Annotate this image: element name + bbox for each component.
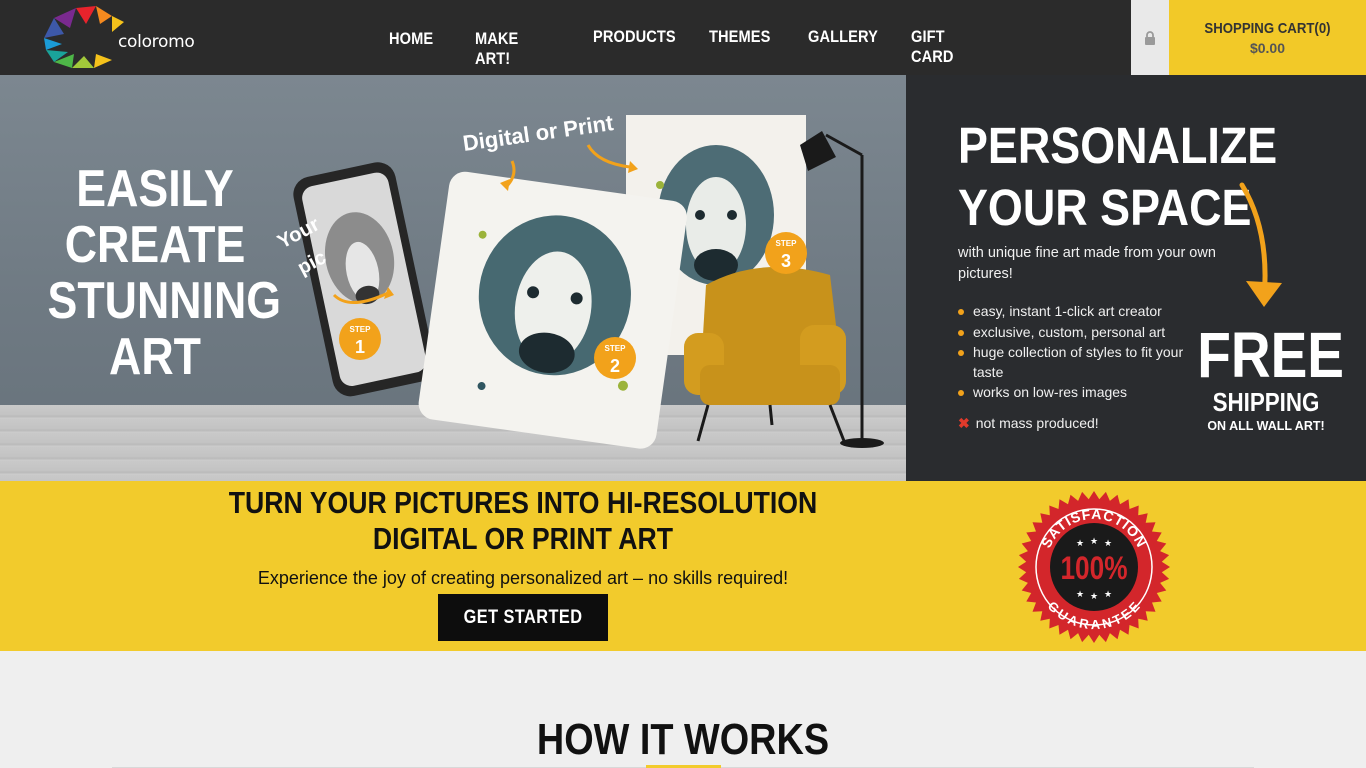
hero-banner: Digital or Print Your pic STEP 1 STEP 2 …: [0, 75, 906, 481]
hero-headline-line: CREATE: [64, 216, 246, 274]
nav-make-art[interactable]: MAKE ART!: [475, 29, 518, 69]
step-2-label: STEP: [605, 344, 627, 353]
step-3-label: STEP: [776, 239, 798, 248]
arrow-to-canvas: [586, 144, 631, 169]
get-started-button[interactable]: GET STARTED: [438, 594, 608, 641]
step-2-badge: STEP 2: [594, 337, 636, 379]
negative-feature-text: not mass produced!: [975, 415, 1099, 431]
cart-label: SHOPPING CART(0): [1204, 20, 1331, 37]
how-it-works-section: HOW IT WORKS: [0, 651, 1366, 768]
free-shipping-badge: FREE SHIPPING ON ALL WALL ART!: [1186, 323, 1346, 435]
star-icon: ★: [1076, 589, 1084, 599]
step-3-number: 3: [781, 251, 791, 271]
nav-themes[interactable]: THEMES: [709, 27, 770, 47]
account-lock-button[interactable]: [1131, 0, 1169, 75]
star-icon: ★: [1104, 538, 1112, 548]
bullet-dot-icon: [958, 390, 964, 396]
step-3-badge: STEP 3: [765, 232, 807, 274]
star-icon: ★: [1104, 589, 1112, 599]
feature-text: exclusive, custom, personal art: [973, 323, 1166, 340]
feature-text: huge collection of styles to fit your ta…: [973, 344, 1184, 380]
how-it-works-title: HOW IT WORKS: [536, 715, 830, 764]
free-label: FREE: [1197, 319, 1344, 391]
star-icon: ★: [1090, 591, 1098, 601]
tilted-print-artwork: [418, 171, 687, 449]
feature-item: easy, instant 1-click art creator: [958, 302, 1198, 322]
nav-gallery[interactable]: GALLERY: [808, 27, 878, 47]
seal-percent: 100%: [1060, 552, 1127, 587]
star-icon: ★: [1090, 536, 1098, 546]
feature-text: works on low-res images: [973, 384, 1128, 400]
hero-headline-line: ART: [109, 328, 201, 386]
yellow-chair-illustration: [684, 267, 846, 442]
step-1-label: STEP: [350, 325, 372, 334]
phone-illustration: [293, 162, 435, 397]
bullet-dot-icon: [958, 329, 964, 336]
nav-home[interactable]: HOME: [389, 29, 433, 49]
nav-products[interactable]: PRODUCTS: [593, 27, 676, 47]
step-1-badge: STEP 1: [339, 318, 381, 360]
lock-icon: [1145, 30, 1155, 45]
satisfaction-guarantee-seal: SATISFACTION GUARANTEE 100% ★ ★ ★ ★ ★ ★: [1018, 491, 1170, 643]
feature-item: huge collection of styles to fit your ta…: [958, 343, 1198, 382]
cta-subtitle: Experience the joy of creating personali…: [257, 568, 789, 588]
hero-headline-line: EASILY: [76, 160, 234, 218]
get-started-label: GET STARTED: [463, 606, 583, 628]
on-all-wall-art-label: ON ALL WALL ART!: [1207, 419, 1325, 433]
site-header: coloromo HOME MAKE ART! PRODUCTS THEMES …: [0, 0, 1366, 75]
logo-text: coloromo: [118, 32, 195, 52]
hero-headline: EASILY CREATE STUNNING ART: [47, 160, 282, 386]
bullet-dot-icon: [958, 350, 964, 356]
feature-item: exclusive, custom, personal art: [958, 323, 1198, 343]
star-icon: ★: [1076, 538, 1084, 548]
feature-list: easy, instant 1-click art creator exclus…: [958, 302, 1198, 404]
cta-title: TURN YOUR PICTURES INTO HI-RESOLUTION DI…: [228, 485, 818, 556]
step-2-number: 2: [610, 356, 620, 376]
negative-feature: ✖ not mass produced!: [958, 415, 1099, 432]
panel-title: PERSONALIZE YOUR SPACE: [958, 115, 1277, 239]
shipping-label: SHIPPING: [1212, 387, 1320, 417]
step-1-number: 1: [355, 337, 365, 357]
cart-total: $0.00: [1249, 40, 1286, 56]
shopping-cart-button[interactable]: SHOPPING CART(0) $0.00: [1169, 0, 1366, 75]
x-mark-icon: ✖: [958, 415, 970, 431]
nav-gift-card[interactable]: GIFT CARD: [911, 27, 954, 67]
coloromo-logo[interactable]: coloromo: [40, 6, 195, 70]
feature-text: easy, instant 1-click art creator: [973, 303, 1162, 319]
panel-title-line-2: YOUR SPACE: [958, 179, 1252, 236]
hero-headline-line: STUNNING: [47, 272, 282, 330]
curved-arrow-icon: [1239, 182, 1282, 307]
bullet-dot-icon: [958, 309, 964, 315]
personalize-panel: PERSONALIZE YOUR SPACE with unique fine …: [906, 75, 1366, 481]
feature-item: works on low-res images: [958, 383, 1198, 403]
panel-subtitle: with unique fine art made from your own …: [958, 245, 1216, 282]
panel-title-line-1: PERSONALIZE: [958, 117, 1278, 174]
cta-band: TURN YOUR PICTURES INTO HI-RESOLUTION DI…: [0, 481, 1366, 651]
